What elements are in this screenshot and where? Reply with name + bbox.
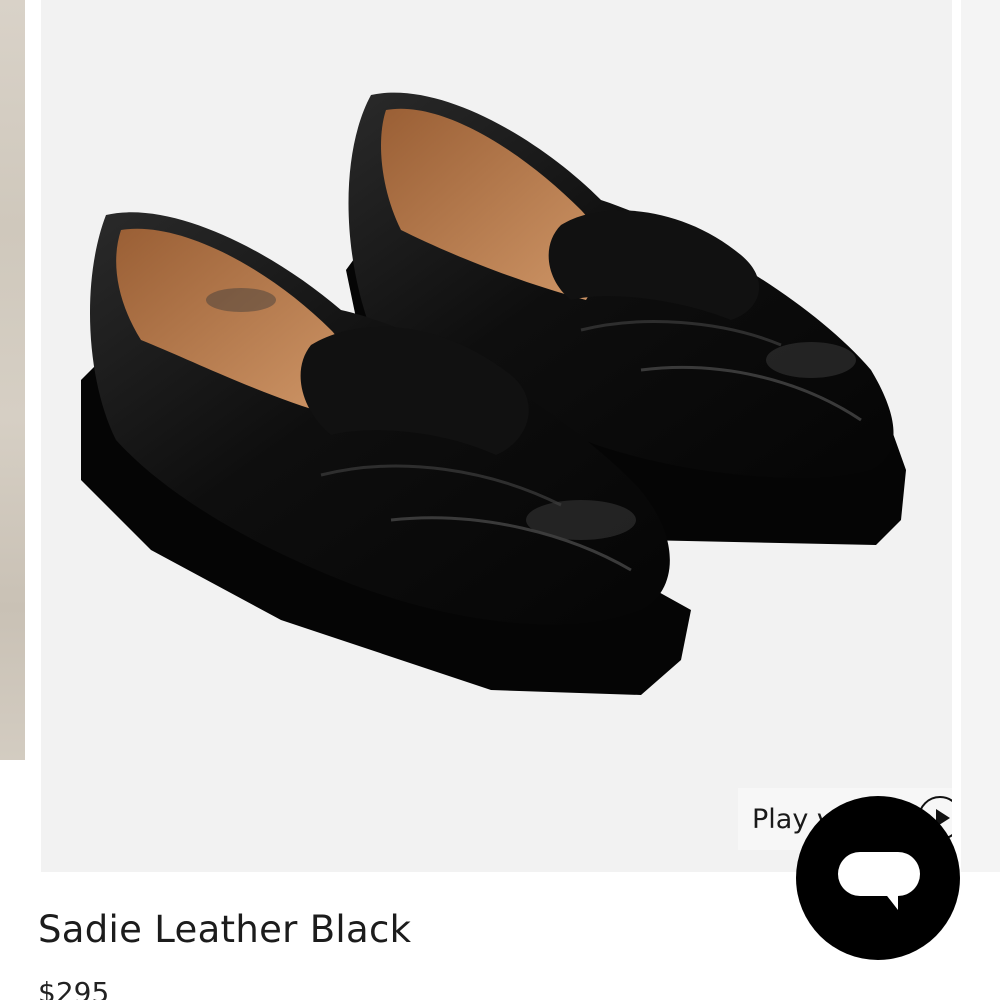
adjacent-product-image-right[interactable]	[961, 0, 1000, 872]
product-price: $295	[38, 976, 110, 1000]
chat-bubble-tail	[884, 892, 898, 910]
chat-bubble-icon	[838, 852, 920, 896]
product-title[interactable]: Sadie Leather Black	[38, 908, 411, 951]
chat-button[interactable]	[796, 796, 960, 960]
product-image-card[interactable]: Play v	[41, 0, 952, 872]
adjacent-product-image[interactable]	[0, 0, 25, 760]
product-image	[81, 92, 906, 695]
